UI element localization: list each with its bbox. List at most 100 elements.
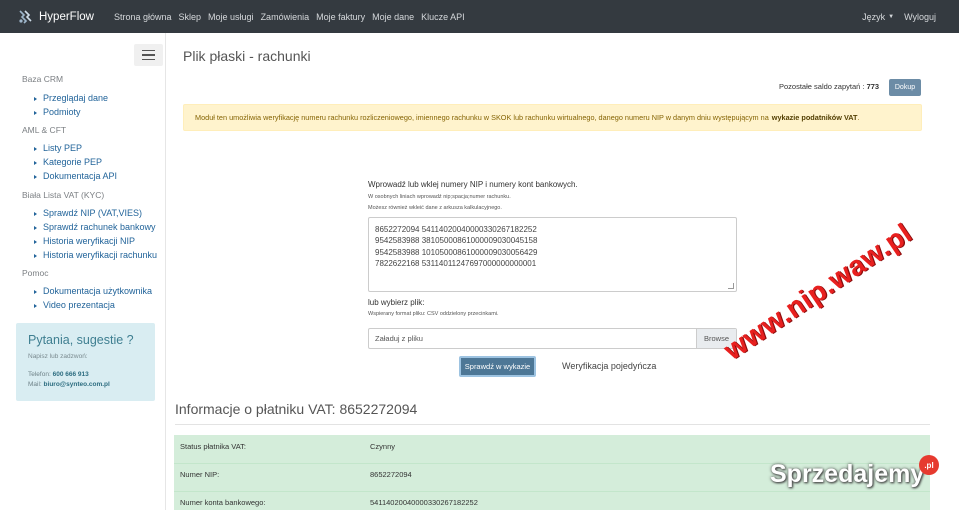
nav-right: Język ▼ Wyloguj xyxy=(852,0,936,33)
phone-label: Telefon: xyxy=(28,371,51,378)
row-key: Numer NIP: xyxy=(180,470,220,479)
language-label: Język xyxy=(862,11,886,22)
alert-text: Moduł ten umożliwia weryfikację numeru r… xyxy=(195,113,769,122)
contact-title: Pytania, sugestie ? xyxy=(28,333,134,347)
sidebar-section-aml: AML & CFT xyxy=(22,125,67,135)
sidebar-item-entities[interactable]: Podmioty xyxy=(34,107,81,117)
triangle-right-icon xyxy=(34,253,37,258)
triangle-right-icon xyxy=(34,160,37,165)
mail-label: Mail: xyxy=(28,381,42,388)
row-key: Numer konta bankowego: xyxy=(180,498,266,507)
numbers-hint-1: W osobnych liniach wprowadź nip;spacja;n… xyxy=(368,194,511,200)
triangle-right-icon xyxy=(34,96,37,101)
caret-down-icon: ▼ xyxy=(888,14,895,21)
sidebar-item-label: Przeglądaj dane xyxy=(43,93,109,103)
triangle-right-icon xyxy=(34,211,37,216)
sidebar-item-pep-categories[interactable]: Kategorie PEP xyxy=(34,157,102,167)
query-balance: Pozostałe saldo zapytań : 773 xyxy=(779,82,879,91)
sidebar: Baza CRM Przeglądaj dane Podmioty AML & … xyxy=(0,33,166,510)
sidebar-item-label: Sprawdź rachunek bankowy xyxy=(43,222,156,232)
resize-grip-icon[interactable] xyxy=(728,283,734,289)
triangle-right-icon xyxy=(34,146,37,151)
info-alert: Moduł ten umożliwia weryfikację numeru r… xyxy=(183,104,922,131)
sidebar-item-label: Kategorie PEP xyxy=(43,157,103,167)
result-title: Informacje o płatniku VAT: 8652272094 xyxy=(175,401,418,417)
hamburger-icon-bar xyxy=(142,49,155,52)
numbers-hint-2: Możesz również wkleić dane z arkusza kal… xyxy=(368,205,502,211)
file-hint: Wspierany format pliku: CSV oddzielony p… xyxy=(368,311,499,317)
triangle-right-icon xyxy=(34,174,37,179)
hamburger-icon-bar xyxy=(142,54,155,56)
marketplace-watermark: Sprzedajemy xyxy=(770,460,925,488)
triangle-right-icon xyxy=(34,289,37,294)
nav-api-keys[interactable]: Klucze API xyxy=(421,12,465,22)
contact-mail: Mail: biuro@synteo.com.pl xyxy=(28,381,143,388)
balance-label: Pozostałe saldo zapytań : xyxy=(779,82,865,91)
triangle-right-icon xyxy=(34,110,37,115)
sidebar-item-account-history[interactable]: Historia weryfikacji rachunku xyxy=(34,250,157,260)
nav-shop[interactable]: Sklep xyxy=(179,12,202,22)
contact-subtitle: Napisz lub zadzwoń: xyxy=(28,353,88,360)
numbers-textarea[interactable]: 8652272094 54114020040000330267182252 95… xyxy=(368,217,737,292)
alert-period: . xyxy=(857,113,860,122)
textarea-line: 9542583988 10105000861000009030056429 xyxy=(375,247,538,257)
textarea-line: 9542583988 38105000861000009030045158 xyxy=(375,236,538,246)
sidebar-item-label: Video prezentacja xyxy=(43,300,115,310)
site-watermark: www.nip.waw.pl xyxy=(718,217,918,366)
alert-link[interactable]: wykazie podatników VAT xyxy=(772,113,858,122)
file-label: lub wybierz plik: xyxy=(368,298,425,307)
sidebar-item-browse-data[interactable]: Przeglądaj dane xyxy=(34,93,108,103)
sidebar-item-check-account[interactable]: Sprawdź rachunek bankowy xyxy=(34,222,156,232)
top-navbar: HyperFlow Strona główna Sklep Moje usług… xyxy=(0,0,959,33)
brand-name: HyperFlow xyxy=(39,10,94,23)
sidebar-item-pep-lists[interactable]: Listy PEP xyxy=(34,143,82,153)
row-key: Status płatnika VAT: xyxy=(180,442,247,451)
single-verification-link[interactable]: Weryfikacja pojedyńcza xyxy=(562,361,656,371)
sidebar-item-label: Sprawdź NIP (VAT,VIES) xyxy=(43,208,143,218)
textarea-line: 7822622168 53114011247697000000000001 xyxy=(375,258,537,268)
sidebar-item-label: Listy PEP xyxy=(43,143,83,153)
phone-number[interactable]: 600 666 913 xyxy=(53,371,89,378)
nav-home[interactable]: Strona główna xyxy=(114,12,172,22)
sidebar-toggle-button[interactable] xyxy=(134,44,163,66)
sidebar-item-nip-history[interactable]: Historia weryfikacji NIP xyxy=(34,236,135,246)
nav-orders[interactable]: Zamówienia xyxy=(261,12,310,22)
page-title: Plik płaski - rachunki xyxy=(183,48,311,64)
file-upload-input[interactable]: Załaduj z pliku Browse xyxy=(368,328,737,349)
nav-my-invoices[interactable]: Moje faktury xyxy=(316,12,365,22)
sidebar-item-label: Historia weryfikacji NIP xyxy=(43,236,136,246)
logout-link[interactable]: Wyloguj xyxy=(904,12,936,22)
divider xyxy=(175,424,930,425)
hyperflow-logo-icon xyxy=(19,9,32,24)
nav-my-data[interactable]: Moje dane xyxy=(372,12,414,22)
contact-phone: Telefon: 600 666 913 xyxy=(28,371,143,378)
sidebar-item-label: Historia weryfikacji rachunku xyxy=(43,250,158,260)
balance-value: 773 xyxy=(866,82,880,91)
file-placeholder: Załaduj z pliku xyxy=(375,334,423,343)
marketplace-badge: .pl xyxy=(919,455,939,475)
brand[interactable]: HyperFlow xyxy=(17,9,114,25)
nav-links: Strona główna Sklep Moje usługi Zamówien… xyxy=(114,12,472,22)
sidebar-item-user-docs[interactable]: Dokumentacja użytkownika xyxy=(34,286,152,296)
language-dropdown[interactable]: Język ▼ xyxy=(862,12,894,22)
sidebar-item-label: Dokumentacja użytkownika xyxy=(43,286,153,296)
contact-box: Pytania, sugestie ? Napisz lub zadzwoń: … xyxy=(16,323,155,401)
nav-my-services[interactable]: Moje usługi xyxy=(208,12,254,22)
numbers-label: Wprowadź lub wklej numery NIP i numery k… xyxy=(368,180,578,189)
triangle-right-icon xyxy=(34,225,37,230)
triangle-right-icon xyxy=(34,303,37,308)
mail-address[interactable]: biuro@synteo.com.pl xyxy=(44,381,110,388)
sidebar-item-api-docs[interactable]: Dokumentacja API xyxy=(34,171,117,181)
table-row: Status płatnika VAT: Czynny xyxy=(174,435,930,463)
check-in-register-button[interactable]: Sprawdź w wykazie xyxy=(459,356,536,377)
buy-more-button[interactable]: Dokup xyxy=(889,79,921,96)
triangle-right-icon xyxy=(34,239,37,244)
sidebar-item-check-nip[interactable]: Sprawdź NIP (VAT,VIES) xyxy=(34,208,142,218)
sidebar-item-video[interactable]: Video prezentacja xyxy=(34,300,115,310)
row-value: 8652272094 xyxy=(370,470,412,479)
sidebar-section-vat-whitelist: Biała Lista VAT (KYC) xyxy=(22,190,105,200)
sidebar-section-help: Pomoc xyxy=(22,268,49,278)
sidebar-item-label: Dokumentacja API xyxy=(43,171,118,181)
row-value: Czynny xyxy=(370,442,396,451)
sidebar-item-label: Podmioty xyxy=(43,107,81,117)
